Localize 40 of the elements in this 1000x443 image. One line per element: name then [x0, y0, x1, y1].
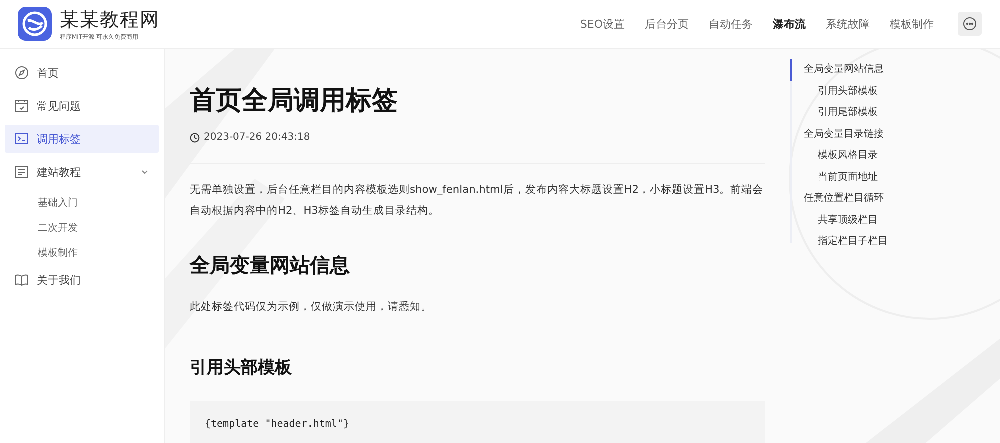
nav-link[interactable]: 模板制作	[890, 16, 934, 32]
intro-paragraph: 无需单独设置，后台任意栏目的内容模板选则show_fenlan.html后，发布内容大标题设置H2，小标题设置H3。前端会自动根据内容中的H2、H3标签自动生成目录结构。	[190, 183, 765, 219]
note-paragraph: 此处标签代码仅为示例，仅做演示使用，请悉知。	[190, 300, 433, 315]
more-icon	[963, 17, 977, 31]
sidebar-subitem[interactable]: 二次开发	[5, 216, 159, 241]
more-button[interactable]	[958, 12, 982, 36]
terminal-icon	[15, 132, 29, 146]
toc-link[interactable]: 引用尾部模板	[790, 102, 888, 124]
toc-link[interactable]: 全局变量目录链接	[790, 124, 888, 145]
code-block: {template "header.html"}	[190, 401, 765, 443]
sidebar-subitem[interactable]: 基础入门	[5, 191, 159, 216]
nav-link[interactable]: 后台分页	[645, 16, 689, 32]
toc-link[interactable]: 当前页面地址	[790, 166, 888, 188]
site-title: 某某教程网	[60, 8, 160, 32]
subsection-heading: 引用头部模板	[190, 357, 293, 379]
toc-link[interactable]: 模板风格目录	[790, 145, 888, 166]
sidebar-item[interactable]: 建站教程	[5, 158, 159, 186]
section-heading: 全局变量网站信息	[190, 252, 351, 279]
toc-link[interactable]: 引用头部模板	[790, 80, 888, 102]
nav-link[interactable]: 系统故障	[826, 16, 870, 32]
toc-link[interactable]: 全局变量网站信息	[790, 59, 888, 80]
article-title: 首页全局调用标签	[190, 85, 399, 118]
toc-link[interactable]: 共享顶级栏目	[790, 210, 888, 231]
toc-link[interactable]: 任意位置栏目循环	[790, 188, 888, 210]
book-icon	[15, 273, 29, 287]
clock-icon	[190, 132, 200, 142]
nav-link[interactable]: 瀑布流	[773, 16, 806, 32]
sidebar-item[interactable]: 常见问题	[5, 92, 159, 120]
nav-link[interactable]: 自动任务	[709, 16, 753, 32]
logo-icon	[18, 7, 52, 41]
document-icon	[15, 165, 29, 179]
toc-link[interactable]: 指定栏目子栏目	[790, 231, 888, 252]
nav-link[interactable]: SEO设置	[580, 16, 625, 32]
sidebar-item[interactable]: 首页	[5, 59, 159, 87]
publish-date: 2023-07-26 20:43:18	[204, 132, 310, 143]
sidebar-subitem[interactable]: 模板制作	[5, 241, 159, 266]
compass-icon	[15, 66, 29, 80]
sidebar-item[interactable]: 调用标签	[5, 125, 159, 153]
sidebar-item[interactable]: 关于我们	[5, 266, 159, 294]
calendar-icon	[15, 99, 29, 113]
